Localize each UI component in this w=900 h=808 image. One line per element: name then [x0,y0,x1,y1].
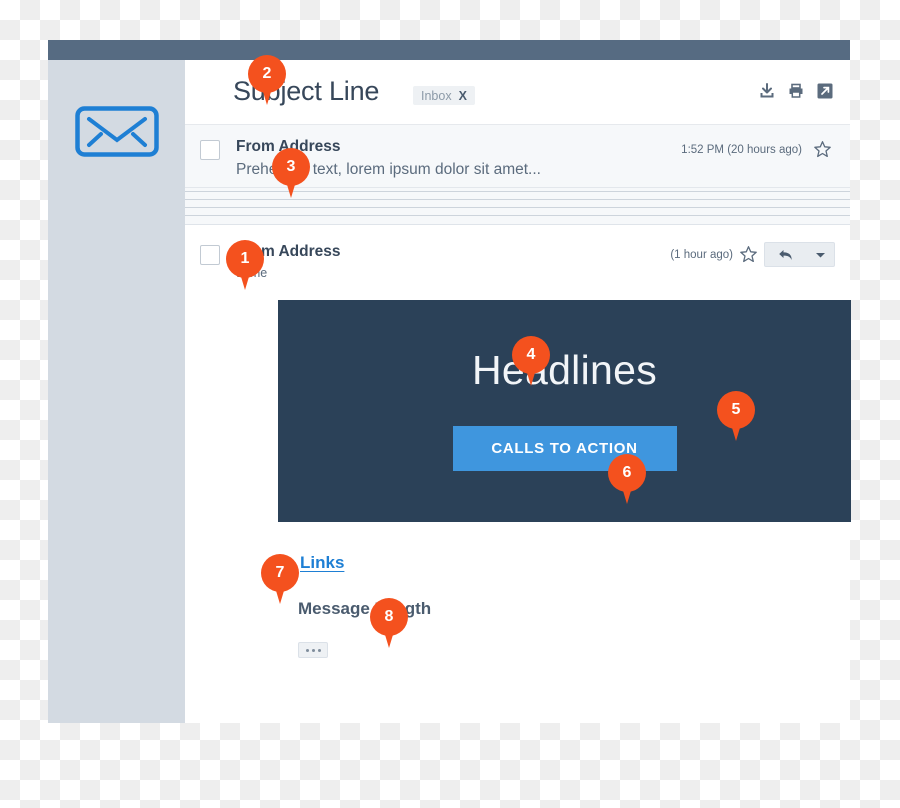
marker-number: 7 [261,554,299,592]
callout-marker-1: 1 [226,240,264,290]
inbox-label-chip[interactable]: Inbox X [413,86,475,105]
dot [305,648,309,652]
callout-marker-7: 7 [261,554,299,604]
callout-marker-2: 2 [248,55,286,105]
popout-icon[interactable] [816,82,834,100]
callout-marker-8: 8 [370,598,408,648]
close-icon[interactable]: X [459,89,467,103]
print-icon[interactable] [787,82,805,100]
callout-marker-4: 4 [512,336,550,386]
reply-arrow-icon [778,249,792,260]
marker-number: 3 [272,148,310,186]
message-length-label: Message Length [298,599,432,618]
marker-number: 6 [608,454,646,492]
checkbox-unchecked[interactable] [200,140,220,160]
star-icon[interactable] [813,140,832,159]
body-link[interactable]: Links [300,553,344,573]
thread-divider [185,207,850,208]
callout-marker-5: 5 [717,391,755,441]
timestamp: (1 hour ago) [670,249,733,261]
marker-number: 2 [248,55,286,93]
callout-marker-3: 3 [272,148,310,198]
reply-options-button[interactable] [806,242,835,267]
thread-divider [185,215,850,216]
chevron-down-icon [815,252,825,257]
hero-headline: Headlines [471,347,658,393]
dot [317,648,321,652]
sidebar [48,60,185,723]
star-icon[interactable] [739,245,758,264]
header-actions [758,82,834,100]
window-title-bar [48,40,850,60]
marker-number: 8 [370,598,408,636]
download-icon[interactable] [758,82,776,100]
show-trimmed-content-button[interactable] [298,642,328,658]
thread-divider [185,199,850,200]
marker-number: 4 [512,336,550,374]
reply-button[interactable] [764,242,807,267]
inbox-label-text: Inbox [421,88,452,103]
callout-marker-6: 6 [608,454,646,504]
timestamp: 1:52 PM (20 hours ago) [681,144,802,156]
dot [311,648,315,652]
checkbox-unchecked[interactable] [200,245,220,265]
marker-number: 1 [226,240,264,278]
email-hero-banner: Headlines CALLS TO ACTION [278,300,851,522]
marker-number: 5 [717,391,755,429]
email-client-window: Subject Line Inbox X From Address Prehea… [48,40,851,723]
envelope-icon [75,106,159,157]
